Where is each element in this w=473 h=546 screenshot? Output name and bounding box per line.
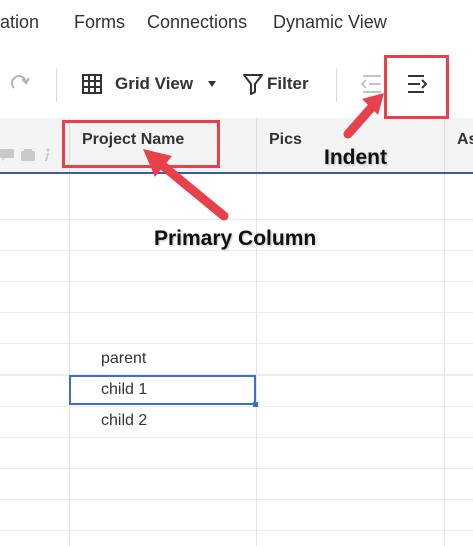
table-row[interactable] — [0, 312, 473, 344]
menu-item-forms[interactable]: Forms — [74, 12, 125, 33]
table-row[interactable] — [0, 437, 473, 469]
indent-highlight-box — [384, 55, 449, 119]
filter-button[interactable]: Filter — [242, 72, 309, 96]
outdent-button[interactable] — [360, 73, 384, 95]
grid-view-icon — [82, 74, 102, 94]
table-row[interactable] — [0, 468, 473, 500]
attachment-icon — [21, 149, 35, 161]
top-menu-bar: ation Forms Connections Dynamic View — [0, 0, 473, 46]
cell-child-2[interactable]: child 2 — [101, 412, 147, 430]
filter-label: Filter — [267, 74, 309, 93]
menu-item-connections[interactable]: Connections — [147, 12, 247, 33]
table-row[interactable] — [0, 281, 473, 313]
column-divider — [444, 118, 445, 172]
toolbar-divider — [336, 68, 337, 102]
primary-column-highlight-box — [62, 120, 220, 168]
selected-cell-outline — [69, 375, 258, 407]
grid-view-label: Grid View — [115, 74, 194, 93]
dropdown-caret-icon — [208, 81, 217, 87]
cell-parent[interactable]: parent — [101, 350, 146, 368]
indent-callout: Indent — [324, 146, 387, 169]
filter-icon — [243, 74, 263, 95]
table-row[interactable] — [0, 250, 473, 282]
fill-handle[interactable] — [253, 402, 258, 407]
info-icon — [45, 148, 50, 161]
menu-item-automation[interactable]: ation — [0, 12, 39, 33]
primary-column-callout: Primary Column — [154, 227, 317, 250]
column-header-assigned[interactable]: As — [457, 131, 473, 149]
table-row[interactable] — [0, 188, 473, 220]
redo-button[interactable] — [8, 72, 32, 96]
column-header-pics[interactable]: Pics — [269, 131, 302, 149]
column-divider — [256, 118, 257, 172]
comment-icon — [0, 149, 14, 161]
table-row-child-2[interactable]: child 2 — [0, 406, 473, 438]
menu-item-dynamic-view[interactable]: Dynamic View — [273, 12, 387, 33]
grid-view-button[interactable]: Grid View — [80, 72, 217, 96]
table-row[interactable] — [0, 499, 473, 531]
redo-icon — [11, 75, 30, 89]
outdent-icon — [360, 75, 381, 93]
table-row-parent[interactable]: parent — [0, 344, 473, 376]
toolbar-divider — [56, 68, 57, 102]
row-action-icons — [0, 148, 51, 162]
